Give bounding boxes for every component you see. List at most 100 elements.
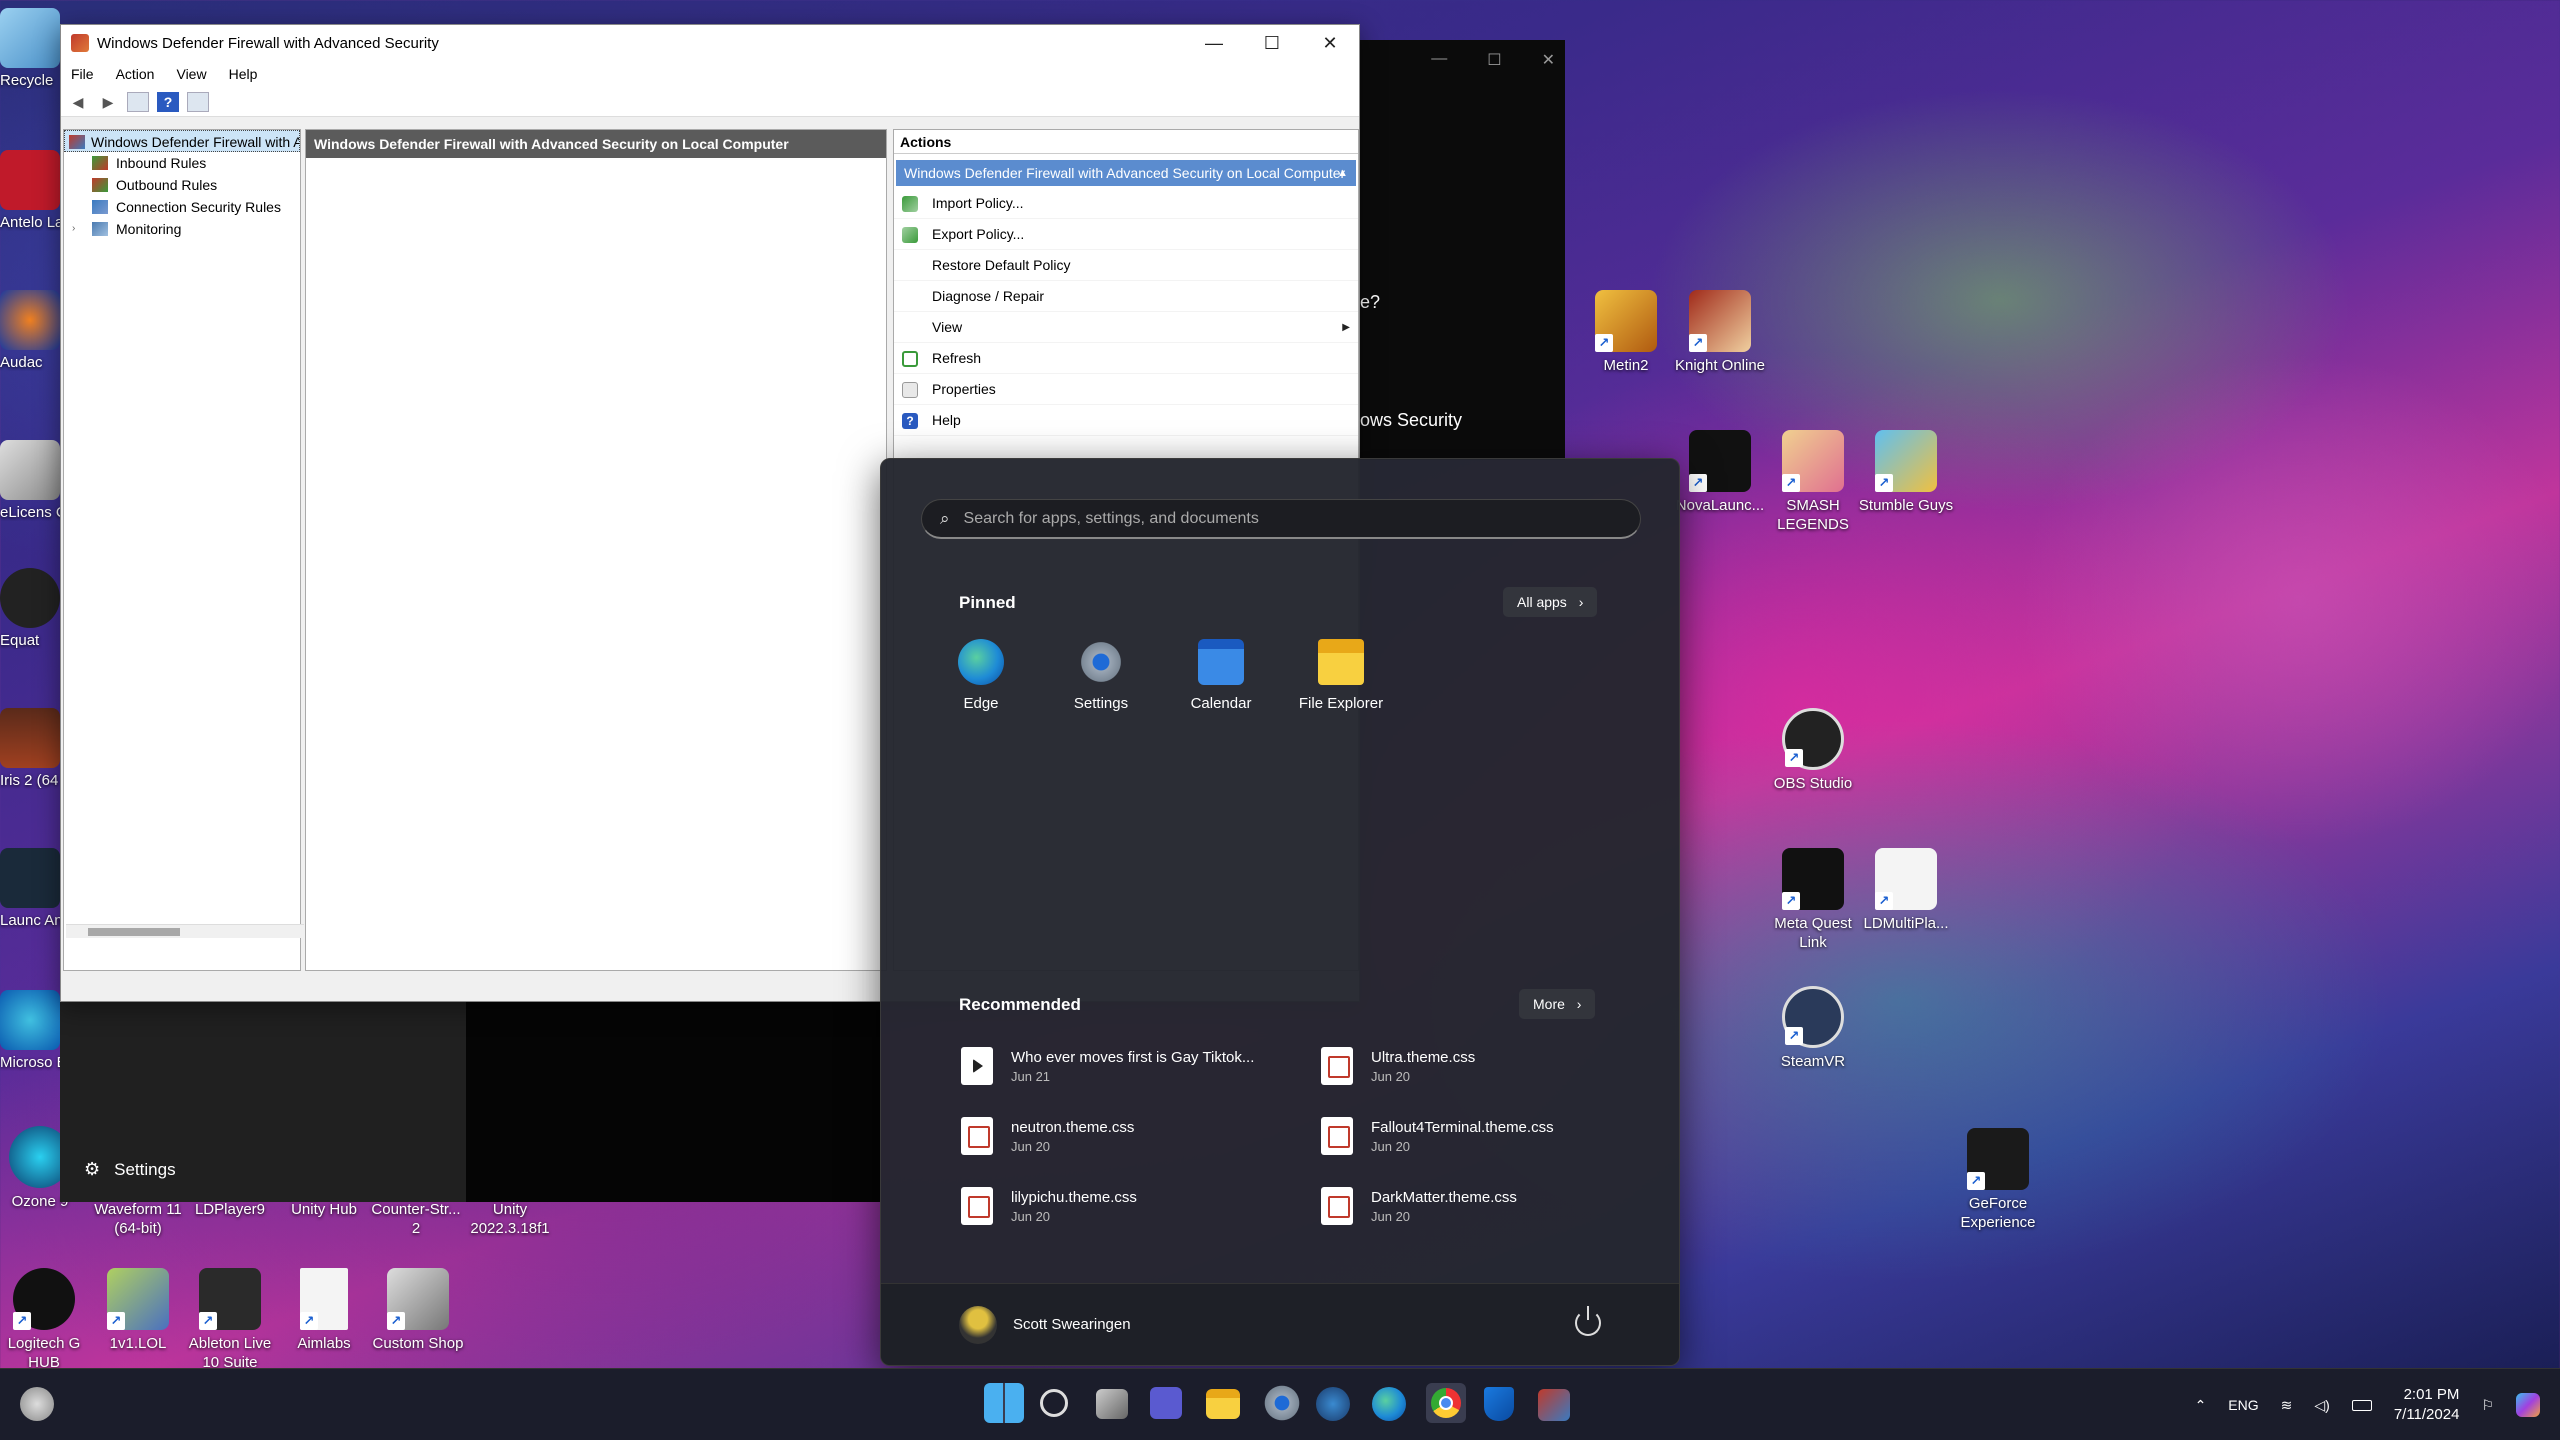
desktop-icon-unity[interactable]: Unity 2022.3.18f1 xyxy=(462,1200,558,1238)
battery-icon[interactable] xyxy=(2351,1399,2372,1411)
pinned-app-calendar[interactable]: Calendar xyxy=(1161,639,1281,712)
tree-monitoring[interactable]: › Monitoring xyxy=(64,218,300,240)
desktop-icon-ldplayer[interactable]: LDPlayer9 xyxy=(182,1200,278,1219)
recommended-item[interactable]: Fallout4Terminal.theme.css Jun 20 xyxy=(1321,1107,1661,1165)
desktop-icon-counter-strike[interactable]: Counter-Str... 2 xyxy=(368,1200,464,1238)
maximize-icon[interactable]: ☐ xyxy=(1487,50,1501,70)
firewall-icon[interactable] xyxy=(1538,1389,1570,1421)
widgets-icon[interactable] xyxy=(20,1387,54,1421)
desktop-icon-metin2[interactable]: ↗ Metin2 xyxy=(1578,290,1674,375)
edge-icon[interactable] xyxy=(1372,1387,1406,1421)
recommended-item[interactable]: lilypichu.theme.css Jun 20 xyxy=(961,1177,1301,1235)
pinned-app-file-explorer[interactable]: File Explorer xyxy=(1281,639,1401,712)
steam-icon[interactable] xyxy=(1316,1387,1350,1421)
pinned-app-settings[interactable]: Settings xyxy=(1041,639,1161,712)
show-hide-tree-icon[interactable] xyxy=(127,91,149,112)
desktop-icon-custom-shop[interactable]: ↗ Custom Shop xyxy=(370,1268,466,1353)
desktop-icon-logitech[interactable]: ↗ Logitech G HUB xyxy=(0,1268,92,1372)
action-view[interactable]: View xyxy=(894,312,1358,343)
desktop-icon-recycle-bin[interactable]: Recycle xyxy=(0,8,64,89)
tree-inbound-rules[interactable]: Inbound Rules xyxy=(64,152,300,174)
wifi-icon[interactable]: ≋ xyxy=(2281,1397,2293,1414)
chevron-up-icon[interactable]: ⌃ xyxy=(2195,1397,2207,1414)
desktop-icon-iris[interactable]: Iris 2 (64 xyxy=(0,708,64,789)
notification-icon[interactable]: ⚐ xyxy=(2481,1397,2494,1414)
desktop-icon-edge[interactable]: Microso Edge xyxy=(0,990,64,1071)
clock[interactable]: 2:01 PM 7/11/2024 xyxy=(2394,1385,2460,1425)
desktop-icon-stumble-guys[interactable]: ↗ Stumble Guys xyxy=(1858,430,1954,515)
teams-icon[interactable] xyxy=(1150,1387,1182,1419)
maximize-button[interactable]: ☐ xyxy=(1243,33,1301,54)
tree-connection-security-rules[interactable]: Connection Security Rules xyxy=(64,196,300,218)
start-icon[interactable] xyxy=(984,1383,1024,1423)
volume-icon[interactable]: ◁) xyxy=(2314,1397,2329,1414)
desktop-icon-geforce[interactable]: ↗ GeForce Experience xyxy=(1950,1128,2046,1232)
desktop-icon-ableton[interactable]: ↗ Ableton Live 10 Suite xyxy=(182,1268,278,1372)
chrome-icon[interactable] xyxy=(1426,1383,1466,1423)
desktop-icon-steamvr[interactable]: ↗ SteamVR xyxy=(1765,986,1861,1071)
all-apps-button[interactable]: All apps › xyxy=(1503,587,1598,617)
desktop-icon-smash-legends[interactable]: ↗ SMASH LEGENDS xyxy=(1765,430,1861,534)
menu-help[interactable]: Help xyxy=(229,66,258,82)
desktop-icon-antelope[interactable]: Antelo Launc xyxy=(0,150,64,231)
recommended-item[interactable]: Ultra.theme.css Jun 20 xyxy=(1321,1037,1661,1095)
minimize-button[interactable]: — xyxy=(1185,33,1243,54)
pinned-app-edge[interactable]: Edge xyxy=(921,639,1041,712)
menu-file[interactable]: File xyxy=(71,66,94,82)
desktop-icon-meta-quest[interactable]: ↗ Meta Quest Link xyxy=(1765,848,1861,952)
desktop-icon-audacity[interactable]: Audac xyxy=(0,290,64,371)
forward-icon[interactable]: ▶ xyxy=(97,92,119,112)
background-security-window[interactable]: — ☐ ✕ e? ows Security xyxy=(1360,40,1565,460)
search-icon[interactable] xyxy=(1040,1389,1068,1417)
scroll-thumb[interactable] xyxy=(88,928,180,936)
help-icon[interactable]: ? xyxy=(157,91,179,112)
desktop-icon-novalauncher[interactable]: ↗ NovaLaunc... xyxy=(1672,430,1768,515)
desktop-icon-waveform[interactable]: Waveform 11 (64-bit) xyxy=(90,1200,186,1240)
minimize-icon[interactable]: — xyxy=(1431,50,1447,70)
desktop-icon-ldmultiplayer[interactable]: ↗ LDMultiPla... xyxy=(1858,848,1954,933)
close-icon[interactable]: ✕ xyxy=(1542,50,1555,70)
desktop-icon-unity-hub[interactable]: Unity Hub xyxy=(276,1200,372,1219)
defender-icon[interactable] xyxy=(1484,1387,1514,1421)
copilot-icon[interactable] xyxy=(2516,1393,2540,1417)
desktop-icon-aimlabs[interactable]: ↗ Aimlabs xyxy=(276,1268,372,1353)
menu-action[interactable]: Action xyxy=(116,66,155,82)
more-button[interactable]: More › xyxy=(1519,989,1596,1019)
settings-icon[interactable] xyxy=(1262,1383,1302,1423)
power-icon[interactable] xyxy=(1575,1306,1601,1336)
file-explorer-icon[interactable] xyxy=(1206,1389,1240,1419)
recommended-item[interactable]: Who ever moves first is Gay Tiktok... Jun… xyxy=(961,1037,1301,1095)
action-restore-default-policy[interactable]: Restore Default Policy xyxy=(894,250,1358,281)
language-indicator[interactable]: ENG xyxy=(2228,1397,2258,1413)
menu-view[interactable]: View xyxy=(176,66,206,82)
show-hide-action-icon[interactable] xyxy=(187,91,209,112)
task-view-icon[interactable] xyxy=(1096,1389,1128,1419)
avatar[interactable] xyxy=(959,1305,997,1344)
action-refresh[interactable]: Refresh xyxy=(894,343,1358,374)
title-bar[interactable]: Windows Defender Firewall with Advanced … xyxy=(61,25,1359,61)
user-name[interactable]: Scott Swearingen xyxy=(1013,1316,1131,1333)
action-properties[interactable]: Properties xyxy=(894,374,1358,405)
recommended-item[interactable]: DarkMatter.theme.css Jun 20 xyxy=(1321,1177,1661,1235)
action-help[interactable]: ? Help xyxy=(894,405,1358,436)
recommended-item[interactable]: neutron.theme.css Jun 20 xyxy=(961,1107,1301,1165)
desktop-icon-knight-online[interactable]: ↗ Knight Online xyxy=(1672,290,1768,375)
settings-window[interactable]: ⚙ Settings xyxy=(60,1002,466,1202)
tree-root[interactable]: Windows Defender Firewall with Advanced … xyxy=(64,130,300,152)
desktop-icon-antares[interactable]: Launc Antares xyxy=(0,848,64,929)
desktop-icon-obs[interactable]: ↗ OBS Studio xyxy=(1765,708,1861,793)
close-button[interactable]: ✕ xyxy=(1301,33,1359,54)
expand-chevron-icon[interactable]: › xyxy=(72,218,75,240)
back-icon[interactable]: ◀ xyxy=(67,92,89,112)
start-search-input[interactable]: ⌕ Search for apps, settings, and documen… xyxy=(921,499,1641,539)
desktop-icon-1v1lol[interactable]: ↗ 1v1.LOL xyxy=(90,1268,186,1353)
action-import-policy[interactable]: Import Policy... xyxy=(894,188,1358,219)
actions-section-header[interactable]: Windows Defender Firewall with Advanced … xyxy=(896,160,1356,186)
tree-outbound-rules[interactable]: Outbound Rules xyxy=(64,174,300,196)
black-window[interactable] xyxy=(466,1002,880,1202)
desktop-icon-equator[interactable]: Equat xyxy=(0,568,64,649)
tree-horizontal-scrollbar[interactable] xyxy=(66,924,304,938)
desktop-icon-elicense[interactable]: eLicens Contro xyxy=(0,440,64,521)
action-export-policy[interactable]: Export Policy... xyxy=(894,219,1358,250)
action-diagnose-repair[interactable]: Diagnose / Repair xyxy=(894,281,1358,312)
